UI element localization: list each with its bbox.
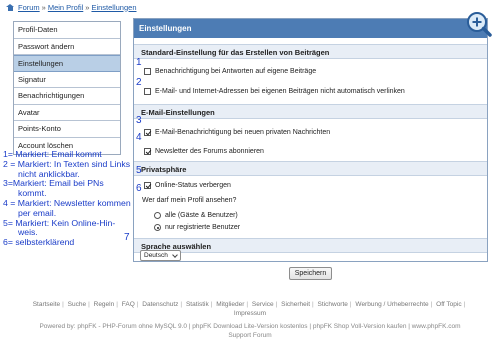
footer-link-faq[interactable]: FAQ (122, 301, 135, 308)
footer-link-off-topic[interactable]: Off Topic (436, 301, 461, 308)
option-no-autolink: E-Mail- und Internet-Adressen bei eigene… (134, 86, 487, 97)
option-reply-notification: Benachrichtigung bei Antworten auf eigen… (134, 66, 487, 77)
sidebar-item-settings[interactable]: Einstellungen (14, 55, 120, 72)
annotation-number-6: 6 (136, 183, 142, 194)
home-icon[interactable] (6, 3, 14, 11)
hide-online-status-label: Online-Status verbergen (155, 182, 231, 189)
section-language-title: Sprache auswählen (134, 238, 487, 253)
footer-link-members[interactable]: Mitglieder (216, 301, 244, 308)
section-email-title: E-Mail-Einstellungen (134, 104, 487, 119)
pm-email-label: E-Mail-Benachrichtigung bei neuen privat… (155, 129, 331, 136)
footer-link-imprint[interactable]: Impressum (234, 310, 266, 317)
no-autolink-label: E-Mail- und Internet-Adressen bei eigene… (155, 88, 405, 95)
sidebar-item-change-password[interactable]: Passwort ändern (14, 38, 120, 55)
breadcrumb-link-forum[interactable]: Forum (18, 3, 40, 12)
annotation-number-5: 5 (136, 165, 142, 176)
reply-notification-checkbox[interactable] (144, 68, 151, 75)
annotation-legend: 1= Markiert: Email kommt 2 = Markiert: I… (3, 149, 135, 248)
legend-line: 6= selbsterklärend (3, 237, 75, 248)
footer-link-home[interactable]: Startseite (33, 301, 60, 308)
breadcrumb: Forum » Mein Profil » Einstellungen (6, 2, 137, 12)
hide-online-status-checkbox[interactable] (144, 182, 151, 189)
footer-link-advertising[interactable]: Werbung / Urheberrechte (355, 301, 428, 308)
visibility-registered-radio[interactable] (154, 224, 161, 231)
option-pm-email: E-Mail-Benachrichtigung bei neuen privat… (134, 127, 487, 138)
magnifier-icon[interactable] (465, 10, 493, 38)
visibility-all-radio[interactable] (154, 212, 161, 219)
section-standard-title: Standard-Einstellung für das Erstellen v… (134, 44, 487, 59)
footer-links: Startseite | Suche | Regeln | FAQ | Datensch… (32, 301, 466, 317)
breadcrumb-link-settings[interactable]: Einstellungen (91, 3, 136, 12)
pm-email-checkbox[interactable] (144, 129, 151, 136)
panel-title: Einstellungen (134, 19, 487, 38)
sidebar-item-signature[interactable]: Signatur (14, 71, 120, 88)
footer-link-statistics[interactable]: Statistik (186, 301, 209, 308)
footer-link-keywords[interactable]: Stichworte (318, 301, 348, 308)
footer-link-search[interactable]: Suche (68, 301, 86, 308)
footer-link-service[interactable]: Service (252, 301, 274, 308)
newsletter-checkbox[interactable] (144, 148, 151, 155)
option-visibility-all: alle (Gäste & Benutzer) (134, 210, 487, 221)
breadcrumb-separator: » (85, 2, 90, 12)
visibility-registered-label: nur registrierte Benutzer (165, 224, 241, 231)
chevron-down-icon (172, 252, 178, 258)
footer-link-privacy[interactable]: Datenschutz (142, 301, 178, 308)
annotation-number-2: 2 (136, 77, 142, 88)
sidebar-item-profile-data[interactable]: Profil-Daten (14, 22, 120, 39)
visibility-all-label: alle (Gäste & Benutzer) (165, 212, 238, 219)
language-select[interactable]: Deutsch (140, 250, 181, 261)
footer-link-rules[interactable]: Regeln (94, 301, 115, 308)
footer-link-security[interactable]: Sicherheit (281, 301, 310, 308)
option-visibility-registered: nur registrierte Benutzer (134, 222, 487, 233)
support-forum-link[interactable]: Support Forum (0, 331, 500, 340)
language-selected-value: Deutsch (144, 252, 168, 259)
save-button[interactable]: Speichern (289, 267, 332, 280)
settings-panel: Einstellungen Standard-Einstellung für d… (133, 12, 492, 262)
reply-notification-label: Benachrichtigung bei Antworten auf eigen… (155, 68, 317, 75)
annotation-number-3: 3 (136, 115, 142, 126)
breadcrumb-separator: » (41, 2, 46, 12)
section-privacy-title: Privatsphäre (134, 161, 487, 176)
powered-by-text[interactable]: Powered by: phpFK - PHP-Forum ohne MySQL… (0, 322, 500, 331)
option-newsletter: Newsletter des Forums abonnieren (134, 146, 487, 157)
profile-visibility-question: Wer darf mein Profil ansehen? (142, 197, 237, 204)
option-hide-online-status: Online-Status verbergen (134, 180, 487, 191)
newsletter-label: Newsletter des Forums abonnieren (155, 148, 264, 155)
annotation-number-4: 4 (136, 132, 142, 143)
breadcrumb-link-profile[interactable]: Mein Profil (48, 3, 83, 12)
no-autolink-checkbox[interactable] (144, 88, 151, 95)
annotation-number-1: 1 (136, 57, 142, 68)
sidebar-item-points-account[interactable]: Points-Konto (14, 121, 120, 138)
sidebar-item-notifications[interactable]: Benachrichtigungen (14, 88, 120, 105)
profile-sidebar: Profil-Daten Passwort ändern Einstellung… (13, 21, 121, 155)
sidebar-item-avatar[interactable]: Avatar (14, 104, 120, 121)
powered-by: Powered by: phpFK - PHP-Forum ohne MySQL… (0, 322, 500, 340)
